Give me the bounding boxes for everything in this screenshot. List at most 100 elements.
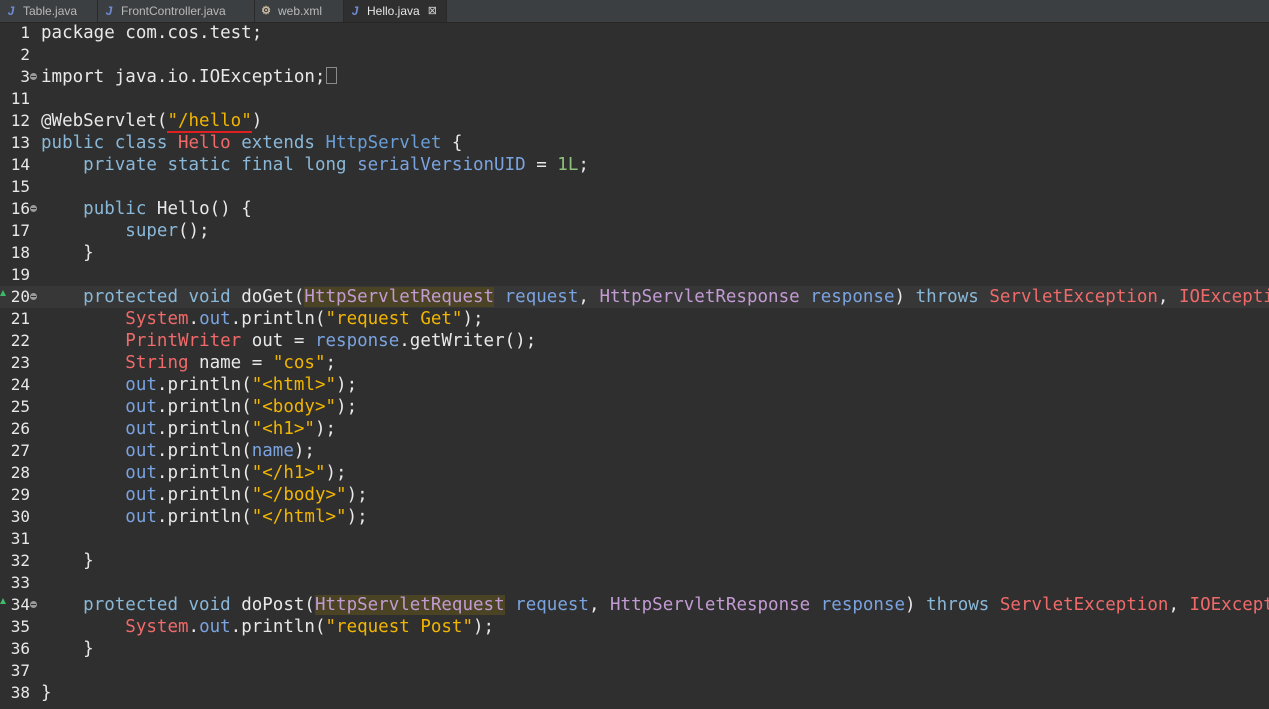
code-line[interactable]: 3 import java.io.IOException; [0, 66, 1269, 88]
fold-toggle-icon[interactable] [30, 205, 37, 212]
close-icon[interactable]: ⊠ [428, 0, 437, 22]
code-line[interactable]: 12 @WebServlet("/hello") [0, 110, 1269, 133]
code-text: } [41, 638, 94, 660]
line-number: 27 [10, 441, 30, 460]
code-line[interactable]: 18 } [0, 242, 1269, 264]
code-text: out.println("</h1>"); [41, 462, 347, 484]
code-token: response [810, 287, 895, 307]
code-token: IOException [1189, 595, 1269, 615]
code-token: ); [325, 463, 347, 483]
code-line[interactable]: 23 String name = "cos"; [0, 352, 1269, 374]
fold-toggle-icon[interactable] [30, 73, 37, 80]
code-token: HttpServletResponse [610, 595, 811, 615]
code-token: private static final long [83, 155, 358, 175]
code-line[interactable]: 14 private static final long serialVersi… [0, 154, 1269, 176]
line-number: 18 [10, 243, 30, 262]
code-token: out [199, 309, 231, 329]
code-token: response [314, 331, 400, 351]
code-token: @WebServlet( [41, 111, 168, 131]
code-line[interactable]: 34 protected void doPost(HttpServletRequ… [0, 594, 1269, 616]
code-token: "</html>" [251, 507, 347, 527]
code-token: protected void [83, 287, 242, 307]
code-line[interactable]: 11 [0, 88, 1269, 110]
code-token: name = [188, 353, 273, 373]
code-token: { [441, 133, 463, 153]
code-line[interactable]: 2 [0, 44, 1269, 66]
tab-table-java[interactable]: J Table.java [0, 0, 98, 22]
code-line[interactable]: 19 [0, 264, 1269, 286]
code-token: HttpServletRequest [304, 287, 495, 307]
line-number-gutter: 25 [0, 396, 40, 418]
tab-hello-java[interactable]: J Hello.java ⊠ [344, 0, 447, 22]
code-line[interactable]: 17 super(); [0, 220, 1269, 242]
line-number-gutter: 15 [0, 176, 40, 198]
code-token: response [820, 595, 906, 615]
code-line[interactable]: 24 out.println("<html>"); [0, 374, 1269, 396]
code-token: ); [346, 485, 368, 505]
code-token: public class [41, 133, 178, 153]
code-token: IOException [1179, 287, 1269, 307]
line-number-gutter: 26 [0, 418, 40, 440]
code-text: protected void doPost(HttpServletRequest… [41, 594, 1269, 616]
url-mapping-string: "/hello" [167, 111, 252, 133]
code-line[interactable]: 31 [0, 528, 1269, 550]
line-number: 19 [10, 265, 30, 284]
tab-frontcontroller-java[interactable]: J FrontController.java [98, 0, 255, 22]
code-line[interactable]: 16 public Hello() { [0, 198, 1269, 220]
code-token: HttpServletRequest [314, 595, 505, 615]
code-line[interactable]: 35 System.out.println("request Post"); [0, 616, 1269, 638]
code-line[interactable]: 22 PrintWriter out = response.getWriter(… [0, 330, 1269, 352]
code-token: out [125, 397, 157, 417]
tab-web-xml[interactable]: ⚙ web.xml [255, 0, 344, 22]
code-line[interactable]: 21 System.out.println("request Get"); [0, 308, 1269, 330]
code-line[interactable]: 38} [0, 682, 1269, 704]
code-token: .getWriter(); [399, 331, 537, 351]
code-token: , [1157, 287, 1179, 307]
code-line[interactable]: 26 out.println("<h1>"); [0, 418, 1269, 440]
folded-code-icon[interactable] [326, 67, 338, 84]
line-number: 35 [10, 617, 30, 636]
code-token: ServletException [999, 595, 1169, 615]
code-token: "<body>" [251, 397, 337, 417]
code-text: import java.io.IOException; [41, 66, 338, 88]
line-number-gutter: 14 [0, 154, 40, 176]
line-number-gutter: 32 [0, 550, 40, 572]
code-token: .println( [156, 463, 252, 483]
code-token: import java.io.IOException; [41, 67, 326, 87]
code-token: out [125, 463, 157, 483]
code-line[interactable]: 20 protected void doGet(HttpServletReque… [0, 286, 1269, 308]
code-line[interactable]: 28 out.println("</h1>"); [0, 462, 1269, 484]
code-text: super(); [41, 220, 209, 242]
code-line[interactable]: 37 [0, 660, 1269, 682]
code-line[interactable]: 15 [0, 176, 1269, 198]
line-number: 28 [10, 463, 30, 482]
fold-toggle-icon[interactable] [30, 293, 37, 300]
code-token: ; [325, 353, 337, 373]
code-line[interactable]: 32 } [0, 550, 1269, 572]
code-line[interactable]: 25 out.println("<body>"); [0, 396, 1269, 418]
code-token: .println( [156, 397, 252, 417]
line-number-gutter: 16 [0, 198, 40, 220]
code-line[interactable]: 33 [0, 572, 1269, 594]
code-line[interactable]: 13 public class Hello extends HttpServlet… [0, 132, 1269, 154]
code-token: . [188, 309, 200, 329]
fold-toggle-icon[interactable] [30, 601, 37, 608]
code-line[interactable]: 1 package com.cos.test; [0, 22, 1269, 44]
line-number-gutter: 19 [0, 264, 40, 286]
line-number-gutter: 17 [0, 220, 40, 242]
code-line[interactable]: 30 out.println("</html>"); [0, 506, 1269, 528]
code-text: out.println("</body>"); [41, 484, 368, 506]
code-text: } [41, 682, 52, 704]
code-line[interactable]: 27 out.println(name); [0, 440, 1269, 462]
line-number-gutter: 11 [0, 88, 40, 110]
code-line[interactable]: 36 } [0, 638, 1269, 660]
line-number: 24 [10, 375, 30, 394]
code-editor[interactable]: 1 package com.cos.test; 2 3 import java.io.I… [0, 22, 1269, 709]
override-marker-icon [0, 290, 6, 296]
code-token: ) [251, 111, 263, 131]
code-line[interactable]: 29 out.println("</body>"); [0, 484, 1269, 506]
line-number: 34 [10, 595, 30, 614]
